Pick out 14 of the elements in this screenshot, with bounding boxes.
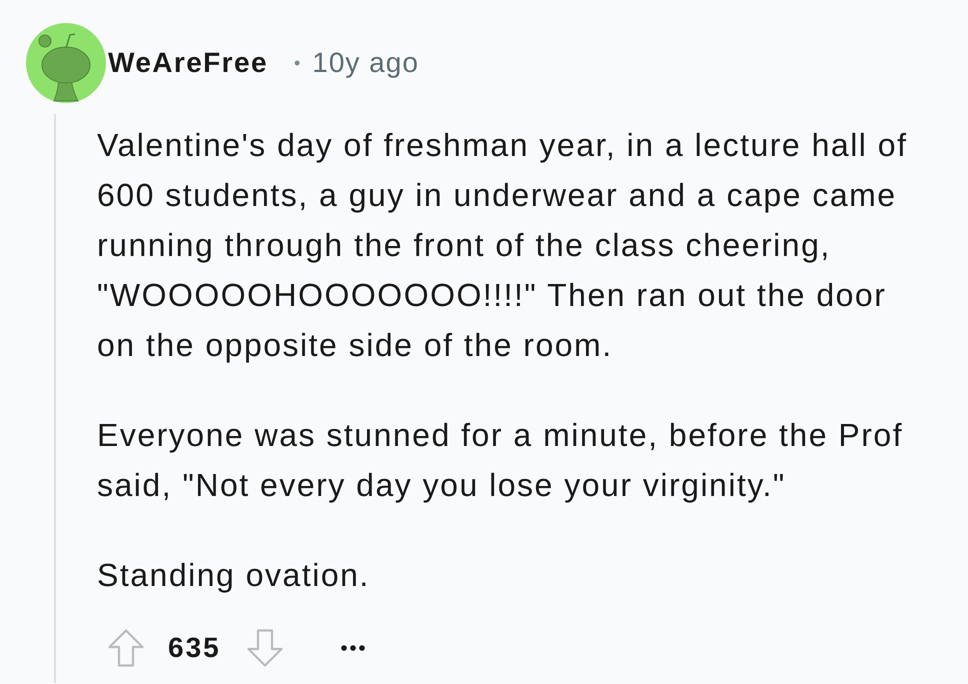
upvote-button[interactable] bbox=[108, 629, 144, 667]
comment-paragraph: Valentine's day of freshman year, in a lecture hall of 600 students, a guy in underwear and a cape came running through the front of the class cheering, "WOOOOOHOOOOOOO!!!!" Then ran out the door on the opposite side of the room. bbox=[97, 126, 908, 365]
score: 635 bbox=[168, 632, 221, 664]
timestamp: 10y ago bbox=[312, 47, 419, 79]
comment-paragraph: Standing ovation. bbox=[97, 556, 371, 595]
more-dots-icon bbox=[340, 645, 365, 651]
comment-paragraph: Everyone was stunned for a minute, before the Prof said, "Not every day you lose your virginity." bbox=[97, 416, 904, 505]
more-options-button[interactable] bbox=[340, 645, 365, 651]
separator-dot: • bbox=[294, 52, 300, 74]
downvote-button[interactable] bbox=[246, 629, 283, 667]
down-arrow-icon bbox=[246, 629, 283, 667]
avatar-icon bbox=[26, 23, 106, 103]
username[interactable]: WeAreFree bbox=[108, 47, 268, 79]
up-arrow-icon bbox=[108, 629, 144, 667]
